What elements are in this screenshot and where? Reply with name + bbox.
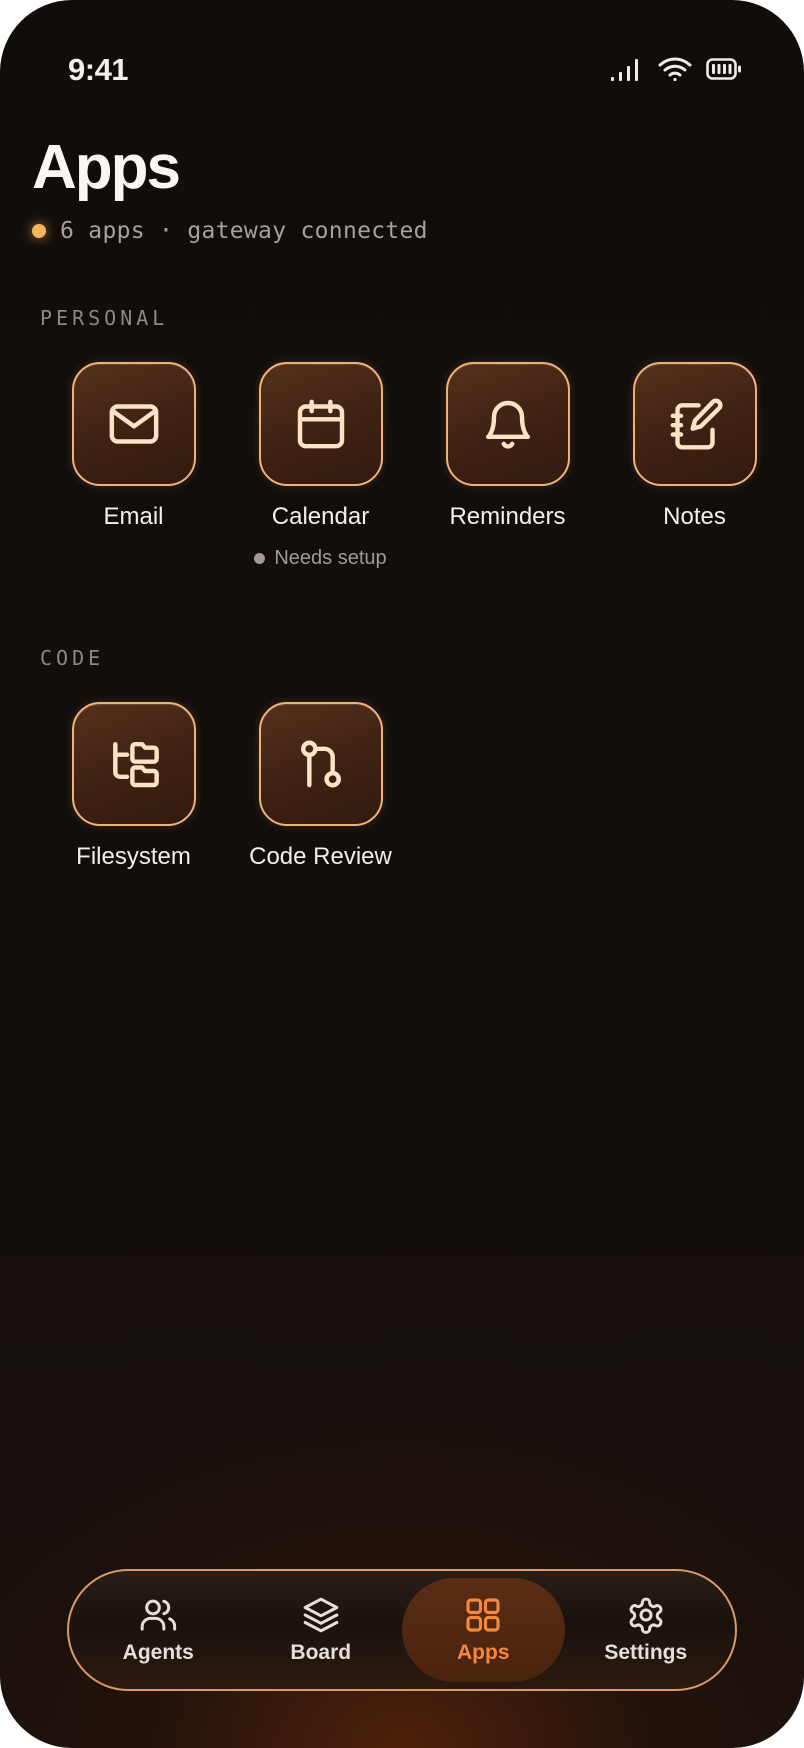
app-name: Notes (663, 503, 726, 530)
needs-setup-dot (254, 553, 266, 564)
tab-label: Agents (122, 1641, 194, 1664)
gear-icon (626, 1595, 666, 1641)
grid-icon (463, 1595, 503, 1641)
tab-label: Apps (457, 1641, 510, 1664)
phone-screen: 9:41 Apps 6 apps · gateway connected PER… (0, 0, 804, 1748)
signal-icon (610, 57, 644, 81)
tab-agents[interactable]: Agents (77, 1578, 240, 1682)
app-grid-code: Filesystem Code Review (40, 702, 414, 871)
mail-icon (106, 396, 162, 452)
tab-bar: Agents Board Apps Settings (67, 1569, 737, 1691)
app-icon-box (632, 362, 757, 486)
bell-icon (480, 396, 536, 452)
app-tile-notes[interactable]: Notes (601, 362, 788, 570)
app-tile-filesystem[interactable]: Filesystem (40, 702, 227, 871)
notebook-pen-icon (667, 396, 723, 452)
section-label-code: CODE (40, 646, 105, 670)
app-icon-box (258, 702, 383, 826)
page-title: Apps (32, 133, 181, 202)
battery-icon (706, 57, 742, 81)
needs-setup-badge: Needs setup (254, 547, 387, 570)
app-tile-calendar[interactable]: Calendar Needs setup (227, 362, 414, 570)
app-tile-reminders[interactable]: Reminders (414, 362, 601, 570)
layers-icon (301, 1595, 341, 1641)
connection-status-dot (32, 224, 46, 238)
tab-settings[interactable]: Settings (565, 1578, 728, 1682)
app-tile-code-review[interactable]: Code Review (227, 702, 414, 871)
app-icon-box (258, 362, 383, 486)
status-time: 9:41 (68, 52, 129, 87)
status-bar: 9:41 (0, 0, 804, 120)
app-icon-box (71, 702, 196, 826)
needs-setup-text: Needs setup (274, 547, 387, 569)
app-tile-email[interactable]: Email (40, 362, 227, 570)
app-name: Filesystem (76, 843, 191, 870)
app-grid-personal: Email Calendar Needs setup Reminders Not… (40, 362, 788, 570)
section-label-personal: PERSONAL (40, 306, 169, 330)
app-name: Reminders (449, 503, 566, 530)
app-icon-box (71, 362, 196, 486)
tab-board[interactable]: Board (240, 1578, 403, 1682)
app-name: Code Review (249, 843, 392, 870)
status-icons (610, 56, 742, 82)
app-name: Email (103, 503, 164, 530)
git-pull-request-icon (293, 736, 349, 792)
users-icon (138, 1595, 178, 1641)
app-name: Calendar (271, 503, 370, 530)
tab-label: Settings (604, 1641, 688, 1664)
tab-apps[interactable]: Apps (402, 1578, 565, 1682)
app-icon-box (445, 362, 570, 486)
connection-status: 6 apps · gateway connected (32, 218, 428, 244)
calendar-icon (293, 396, 349, 452)
tab-label: Board (290, 1641, 352, 1664)
wifi-icon (658, 56, 692, 82)
folder-tree-icon (106, 736, 162, 792)
connection-status-text: 6 apps · gateway connected (60, 218, 428, 244)
